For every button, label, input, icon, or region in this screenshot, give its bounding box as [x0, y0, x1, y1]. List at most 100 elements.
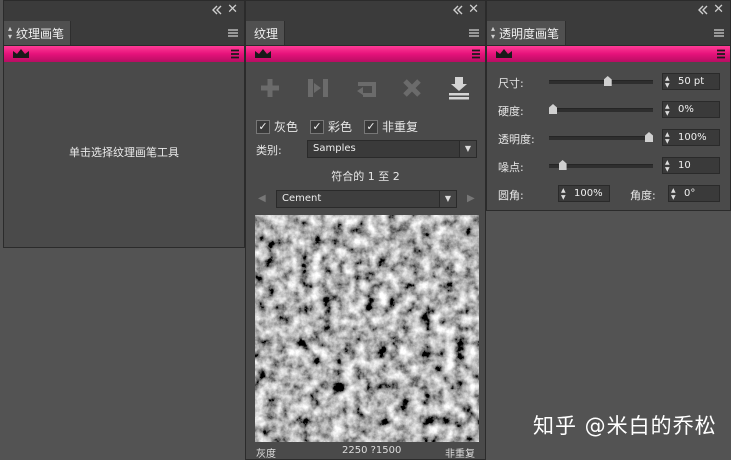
delete-icon [403, 79, 421, 97]
size-value: 50 pt [678, 76, 705, 87]
tab-label: 纹理 [254, 26, 279, 41]
crown-icon [13, 49, 29, 58]
angle-value: 0° [684, 188, 696, 199]
slider-thumb[interactable] [558, 160, 567, 170]
opacity-stepper[interactable]: ▲ ▼ 100% [662, 129, 720, 146]
export-icon [449, 77, 469, 100]
size-row: 尺寸: ▲ ▼ 50 pt [487, 72, 730, 92]
texture-mode: 灰度 [256, 449, 276, 460]
opacity-value: 100% [678, 132, 707, 143]
noise-slider[interactable] [549, 160, 653, 170]
tab-texture[interactable]: 纹理 [246, 21, 286, 45]
close-icon[interactable]: ✕ [468, 2, 479, 18]
collapse-icon[interactable] [453, 5, 463, 15]
plugin-menu-icon[interactable] [472, 49, 480, 59]
plugin-menu-icon[interactable] [231, 49, 239, 59]
color-checkbox[interactable]: ✓ 彩色 [310, 118, 352, 135]
roundness-angle-row: 圆角: ▲ ▼ 100% 角度: ▲ ▼ 0° [487, 184, 730, 204]
size-slider[interactable] [549, 76, 653, 86]
noise-stepper[interactable]: ▲ ▼ 10 [662, 157, 720, 174]
texture-panel: ✕ 纹理 ✓ 灰色 ✓ 彩色 ✓ 非重复 类别: Samples ▼ 符合的 1… [245, 0, 486, 460]
cement-texture-image [255, 215, 479, 442]
texture-navigation: ◀ Cement ▼ ▶ [246, 190, 485, 208]
import-icon [308, 79, 328, 97]
panel-title-bar[interactable]: ✕ [246, 1, 485, 21]
texture-select[interactable]: Cement ▼ [276, 190, 457, 208]
hardness-label: 硬度: [498, 105, 524, 118]
stepper-arrows-icon[interactable]: ▲ ▼ [665, 75, 670, 89]
panel-menu-icon[interactable] [714, 28, 724, 38]
tab-transparency-brush[interactable]: ▴ ▾ 透明度画笔 [487, 21, 567, 45]
add-texture-button[interactable] [256, 74, 284, 102]
close-icon[interactable]: ✕ [713, 2, 724, 18]
stepper-arrows-icon[interactable]: ▲ ▼ [665, 131, 670, 145]
texture-repeat: 非重复 [445, 449, 475, 460]
watermark: 知乎 @米白的乔松 [533, 414, 717, 438]
noise-row: 噪点: ▲ ▼ 10 [487, 156, 730, 176]
opacity-row: 透明度: ▲ ▼ 100% [487, 128, 730, 148]
stepper-arrows-icon[interactable]: ▲ ▼ [671, 187, 676, 201]
chevron-down-icon: ▼ [459, 141, 476, 157]
gray-checkbox[interactable]: ✓ 灰色 [256, 118, 298, 135]
chevron-down-icon: ▼ [439, 191, 456, 207]
panel-title-bar[interactable]: ✕ [4, 1, 244, 21]
collapse-icon[interactable] [212, 5, 222, 15]
panel-menu-icon[interactable] [469, 28, 479, 38]
transparency-brush-panel: ✕ ▴ ▾ 透明度画笔 尺寸: ▲ ▼ 50 pt 硬度: ▲ ▼ 0% 透明度… [486, 0, 731, 211]
checkmark-icon: ✓ [310, 119, 325, 134]
category-label: 类别: [256, 144, 282, 157]
opacity-slider[interactable] [549, 132, 653, 142]
category-value: Samples [313, 143, 356, 154]
panel-menu-icon[interactable] [228, 28, 238, 38]
opacity-label: 透明度: [498, 133, 535, 146]
texture-preview[interactable] [255, 215, 479, 442]
stepper-arrows-icon[interactable]: ▲ ▼ [665, 159, 670, 173]
delete-texture-button[interactable] [398, 74, 426, 102]
tab-reorder-icon: ▴ ▾ [491, 24, 496, 41]
hardness-slider[interactable] [549, 104, 653, 114]
stepper-arrows-icon[interactable]: ▲ ▼ [561, 187, 566, 201]
panel-content: ✓ 灰色 ✓ 彩色 ✓ 非重复 类别: Samples ▼ 符合的 1 至 2 … [246, 62, 485, 460]
roundness-value: 100% [574, 188, 603, 199]
texture-size: 2250 ?1500 [342, 445, 402, 456]
previous-texture-icon[interactable]: ◀ [258, 193, 266, 204]
tab-texture-brush[interactable]: ▴ ▾ 纹理画笔 [4, 21, 72, 45]
angle-stepper[interactable]: ▲ ▼ 0° [668, 185, 720, 202]
tab-row: ▴ ▾ 透明度画笔 [487, 21, 730, 46]
texture-name: Cement [282, 193, 322, 204]
replace-texture-button[interactable] [352, 74, 380, 102]
select-tool-hint: 单击选择纹理画笔工具 [69, 146, 179, 159]
hardness-stepper[interactable]: ▲ ▼ 0% [662, 101, 720, 118]
slider-thumb[interactable] [645, 132, 653, 142]
collapse-icon[interactable] [698, 5, 708, 15]
plugin-brand-bar [4, 46, 244, 62]
slider-thumb[interactable] [603, 76, 612, 86]
checkbox-label: 非重复 [382, 120, 419, 134]
tab-label: 纹理画笔 [16, 26, 65, 41]
next-texture-icon[interactable]: ▶ [467, 193, 475, 204]
hardness-value: 0% [678, 104, 694, 115]
roundness-stepper[interactable]: ▲ ▼ 100% [558, 185, 610, 202]
checkmark-icon: ✓ [364, 119, 379, 134]
panel-content: 单击选择纹理画笔工具 [4, 62, 244, 247]
stepper-arrows-icon[interactable]: ▲ ▼ [665, 103, 670, 117]
size-label: 尺寸: [498, 77, 524, 90]
size-stepper[interactable]: ▲ ▼ 50 pt [662, 73, 720, 90]
slider-thumb[interactable] [549, 104, 557, 114]
hardness-row: 硬度: ▲ ▼ 0% [487, 100, 730, 120]
category-select[interactable]: Samples ▼ [307, 140, 477, 158]
tab-label: 透明度画笔 [499, 26, 560, 41]
close-icon[interactable]: ✕ [227, 2, 238, 18]
panel-title-bar[interactable]: ✕ [487, 1, 730, 21]
import-texture-button[interactable] [304, 74, 332, 102]
export-texture-button[interactable] [445, 74, 473, 102]
plugin-brand-bar [246, 46, 485, 62]
non-repeat-checkbox[interactable]: ✓ 非重复 [364, 118, 418, 135]
checkbox-label: 灰色 [274, 120, 299, 134]
texture-toolbar [246, 74, 485, 104]
checkbox-label: 彩色 [328, 120, 353, 134]
roundness-label: 圆角: [498, 189, 524, 202]
plugin-menu-icon[interactable] [717, 49, 725, 59]
crown-icon [496, 49, 512, 58]
tab-reorder-icon: ▴ ▾ [8, 24, 13, 41]
